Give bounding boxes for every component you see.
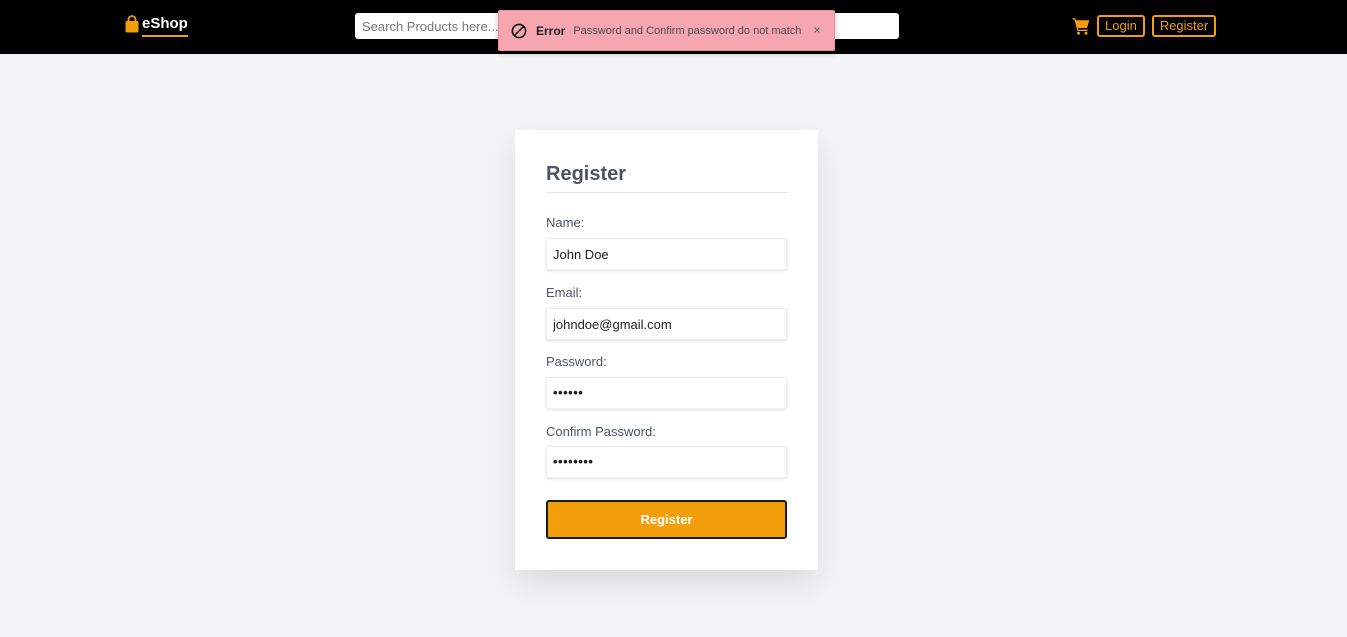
toast-title: Error bbox=[536, 23, 566, 38]
toast-message: Password and Confirm password do not mat… bbox=[573, 24, 802, 37]
confirm-password-label: Confirm Password: bbox=[546, 424, 656, 439]
error-toast: Error Password and Confirm password do n… bbox=[498, 10, 835, 51]
name-field-wrap bbox=[546, 238, 787, 270]
password-value: •••••• bbox=[553, 385, 584, 400]
login-button[interactable]: Login bbox=[1097, 15, 1145, 37]
email-label: Email: bbox=[546, 285, 583, 300]
nav-actions: Login Register bbox=[1072, 15, 1217, 37]
close-icon[interactable]: × bbox=[810, 22, 824, 38]
register-nav-button[interactable]: Register bbox=[1151, 15, 1217, 37]
confirm-password-value: •••••••• bbox=[553, 454, 594, 469]
brand-name: eShop bbox=[142, 14, 188, 37]
email-input[interactable] bbox=[547, 309, 786, 339]
brand-logo[interactable]: eShop bbox=[125, 14, 188, 40]
register-submit-button[interactable]: Register bbox=[546, 500, 787, 539]
email-field-wrap bbox=[546, 308, 787, 340]
page-title: Register bbox=[546, 163, 787, 193]
shopping-bag-icon bbox=[125, 15, 139, 33]
ban-icon bbox=[511, 23, 527, 38]
name-label: Name: bbox=[546, 215, 585, 230]
password-label: Password: bbox=[546, 354, 607, 369]
confirm-password-input[interactable]: •••••••• bbox=[546, 446, 787, 478]
password-input[interactable]: •••••• bbox=[546, 377, 787, 409]
name-input[interactable] bbox=[547, 239, 786, 269]
cart-icon[interactable] bbox=[1072, 17, 1090, 35]
register-card: Register Name: Email: Password: •••••• C… bbox=[515, 130, 818, 570]
